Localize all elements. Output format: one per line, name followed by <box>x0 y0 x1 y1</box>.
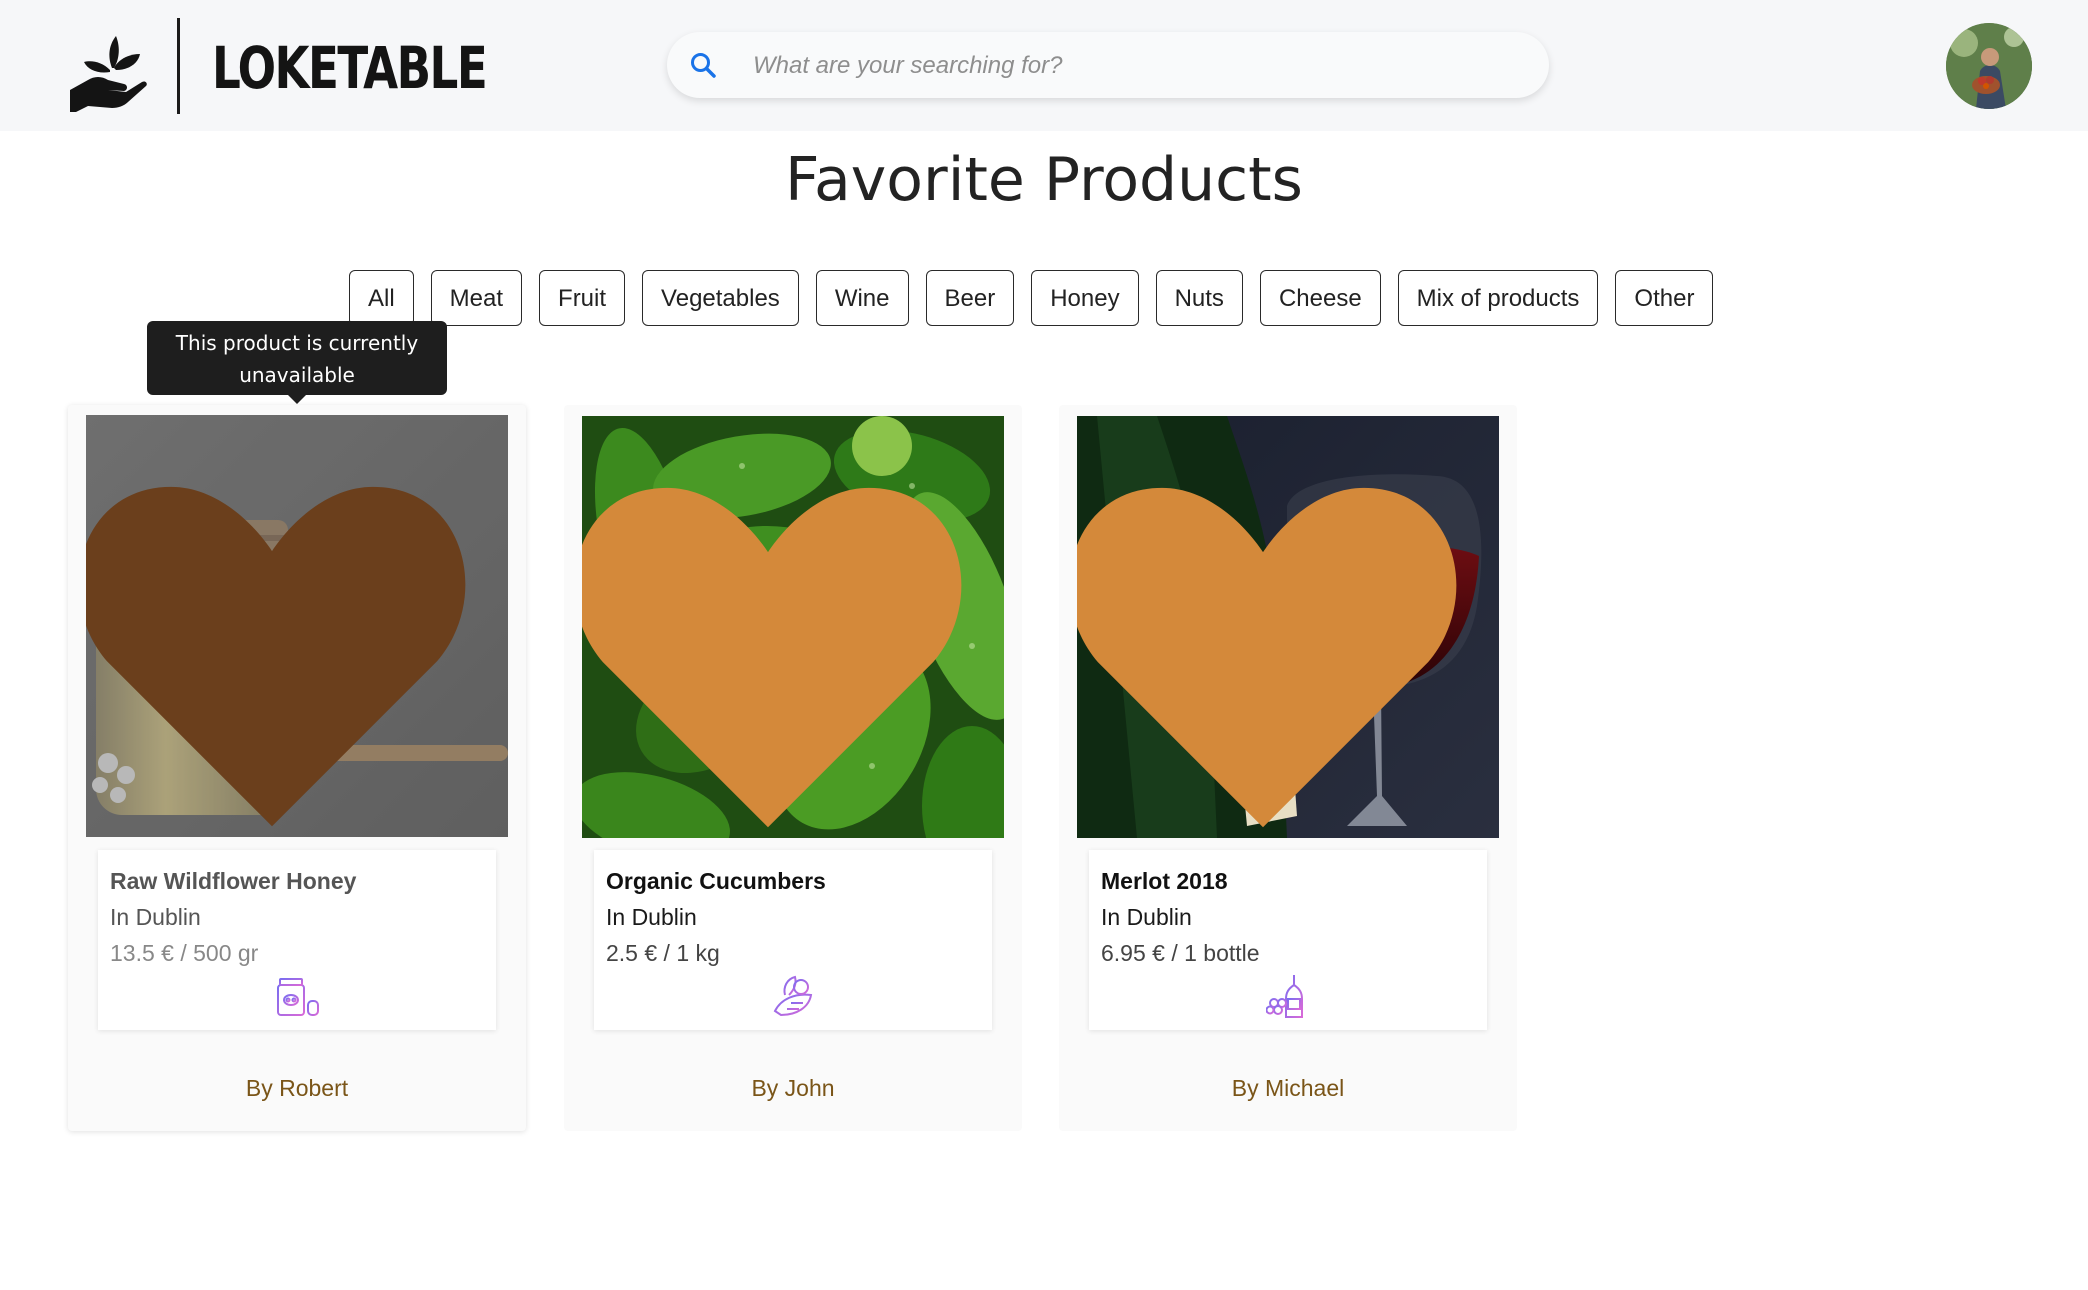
filter-nuts-button[interactable]: Nuts <box>1155 270 1243 326</box>
filter-meat-button[interactable]: Meat <box>430 270 523 326</box>
product-image[interactable] <box>86 415 508 837</box>
search-icon[interactable] <box>689 51 717 79</box>
product-card[interactable]: Raw Wildflower Honey In Dublin 13.5 € / … <box>68 405 526 1131</box>
product-image[interactable] <box>582 416 1004 838</box>
product-location: In Dublin <box>1101 904 1192 930</box>
product-name[interactable]: Raw Wildflower Honey <box>110 868 356 895</box>
wine-icon <box>1266 975 1306 1018</box>
favorite-heart-icon[interactable] <box>1077 442 1474 838</box>
vegetables-icon <box>773 975 813 1017</box>
product-price: 2.5 € / 1 kg <box>606 940 720 966</box>
product-card[interactable]: Merlot 2018 In Dublin 6.95 € / 1 bottle … <box>1059 405 1517 1131</box>
category-filter-bar: All Meat Fruit Vegetables Wine Beer Honey Nuts C… <box>349 270 1730 326</box>
product-image[interactable] <box>1077 416 1499 838</box>
tooltip-line-1: This product is currently <box>175 331 419 355</box>
hand-plant-logo-icon[interactable] <box>68 28 148 112</box>
search-input[interactable] <box>751 32 1515 100</box>
brand-logo-text[interactable]: LOKETABLE <box>212 28 488 108</box>
filter-other-button[interactable]: Other <box>1615 270 1714 326</box>
product-name[interactable]: Organic Cucumbers <box>606 868 826 895</box>
honey-icon <box>277 975 319 1016</box>
product-location: In Dublin <box>606 904 697 930</box>
product-info: Raw Wildflower Honey In Dublin 13.5 € / … <box>98 850 496 1030</box>
product-seller[interactable]: By Robert <box>68 1075 526 1102</box>
favorite-heart-icon[interactable] <box>582 442 979 838</box>
filter-fruit-button[interactable]: Fruit <box>539 270 626 326</box>
product-seller[interactable]: By Michael <box>1059 1075 1517 1102</box>
filter-vegetables-button[interactable]: Vegetables <box>642 270 799 326</box>
top-header: LOKETABLE <box>0 0 2088 131</box>
page-title: Favorite Products <box>785 145 1303 215</box>
product-price: 13.5 € / 500 gr <box>110 940 259 966</box>
product-card[interactable]: Organic Cucumbers In Dublin 2.5 € / 1 kg… <box>564 405 1022 1131</box>
filter-all-button[interactable]: All <box>349 270 414 326</box>
product-info: Organic Cucumbers In Dublin 2.5 € / 1 kg <box>594 850 992 1030</box>
filter-wine-button[interactable]: Wine <box>815 270 909 326</box>
product-location: In Dublin <box>110 904 201 930</box>
filter-mix-button[interactable]: Mix of products <box>1397 270 1599 326</box>
filter-cheese-button[interactable]: Cheese <box>1259 270 1381 326</box>
avatar-photo-icon <box>1946 23 2032 109</box>
filter-beer-button[interactable]: Beer <box>925 270 1015 326</box>
logo-divider <box>177 18 180 114</box>
product-info: Merlot 2018 In Dublin 6.95 € / 1 bottle <box>1089 850 1487 1030</box>
filter-honey-button[interactable]: Honey <box>1031 270 1139 326</box>
product-price: 6.95 € / 1 bottle <box>1101 940 1260 966</box>
favorite-heart-icon[interactable] <box>86 441 483 837</box>
product-name[interactable]: Merlot 2018 <box>1101 868 1228 895</box>
search-bar[interactable] <box>667 32 1549 100</box>
product-seller[interactable]: By John <box>564 1075 1022 1102</box>
tooltip-line-2: unavailable <box>239 363 355 387</box>
user-avatar[interactable] <box>1946 23 2032 109</box>
unavailable-tooltip: This product is currently unavailable <box>147 321 447 404</box>
